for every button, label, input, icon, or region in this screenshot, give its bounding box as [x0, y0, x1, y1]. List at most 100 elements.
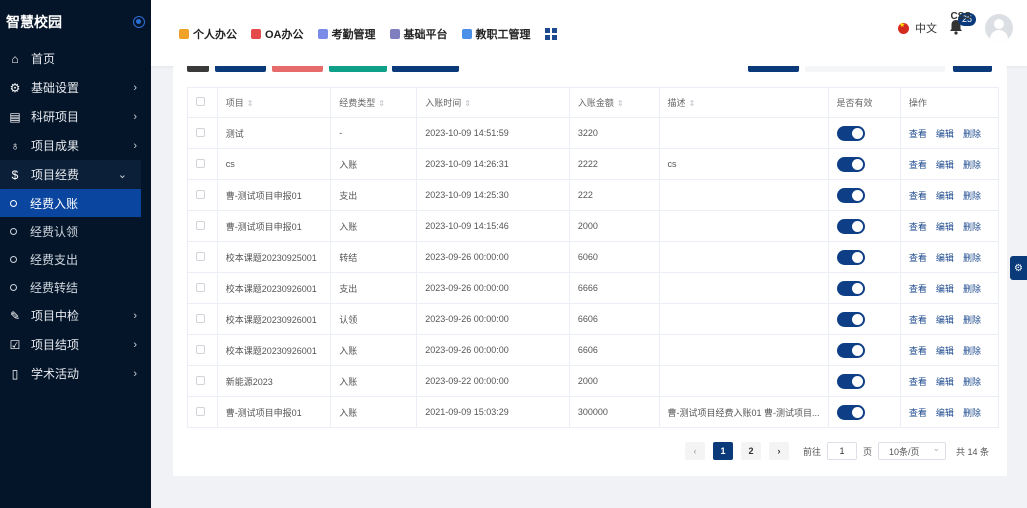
column-header[interactable]: 项目 ⇕ — [217, 87, 332, 118]
avatar[interactable] — [985, 14, 1013, 42]
row-action-1[interactable]: 编辑 — [936, 222, 954, 232]
valid-toggle[interactable] — [836, 156, 865, 172]
valid-toggle[interactable] — [836, 311, 865, 327]
row-action-2[interactable]: 删除 — [963, 191, 981, 201]
next-page-button[interactable]: › — [769, 442, 789, 460]
toolbar-button-6[interactable] — [953, 66, 992, 72]
submenu-item-3[interactable]: 经费转结 — [0, 273, 151, 301]
sort-icon[interactable]: ⇕ — [617, 99, 624, 108]
valid-toggle[interactable] — [836, 280, 865, 296]
sort-icon[interactable]: ⇕ — [247, 99, 254, 108]
page-1-button[interactable]: 1 — [713, 442, 733, 460]
collapse-icon[interactable] — [133, 16, 145, 28]
sidebar-item-after-0[interactable]: ✎ 项目中检 › — [0, 301, 151, 330]
row-checkbox[interactable] — [196, 313, 205, 323]
sort-icon[interactable]: ⇕ — [378, 99, 385, 108]
row-checkbox[interactable] — [196, 344, 205, 354]
row-checkbox[interactable] — [196, 220, 205, 230]
sidebar-item-0[interactable]: ⌂ 首页 — [0, 44, 151, 73]
apps-grid-icon[interactable] — [544, 28, 557, 40]
row-action-2[interactable]: 删除 — [963, 129, 981, 139]
row-action-0[interactable]: 查看 — [909, 253, 927, 263]
toolbar-button-4[interactable] — [392, 66, 459, 72]
sidebar-item-4[interactable]: $ 项目经费 ⌄ — [0, 160, 141, 189]
toolbar-button-2[interactable] — [272, 66, 323, 72]
page-size-select[interactable]: 10条/页 — [878, 442, 947, 460]
row-action-1[interactable]: 编辑 — [936, 284, 954, 294]
row-action-2[interactable]: 删除 — [963, 160, 981, 170]
row-action-0[interactable]: 查看 — [909, 191, 927, 201]
bullet-icon — [10, 283, 17, 291]
sidebar-item-2[interactable]: ▤ 科研项目 › — [0, 102, 151, 131]
column-header[interactable]: 入账金额 ⇕ — [569, 87, 660, 118]
row-action-0[interactable]: 查看 — [909, 408, 927, 418]
column-header[interactable]: 经费类型 ⇕ — [330, 87, 418, 118]
sidebar-item-3[interactable]: ♁ 项目成果 › — [0, 131, 151, 160]
row-action-0[interactable]: 查看 — [909, 129, 927, 139]
valid-toggle[interactable] — [836, 249, 865, 265]
submenu-item-2[interactable]: 经费支出 — [0, 245, 151, 273]
column-header[interactable]: 入账时间 ⇕ — [416, 87, 570, 118]
settings-gear-icon[interactable]: ⚙ — [1010, 256, 1027, 280]
row-action-2[interactable]: 删除 — [963, 408, 981, 418]
sidebar-item-label: 项目结项 — [31, 338, 80, 352]
goto-input[interactable]: 1 — [827, 442, 858, 460]
row-action-0[interactable]: 查看 — [909, 377, 927, 387]
row-action-2[interactable]: 删除 — [963, 315, 981, 325]
row-action-1[interactable]: 编辑 — [936, 315, 954, 325]
valid-toggle[interactable] — [836, 342, 865, 358]
row-action-2[interactable]: 删除 — [963, 222, 981, 232]
row-action-2[interactable]: 删除 — [963, 346, 981, 356]
top-nav-item-3[interactable]: 基础平台 — [389, 26, 448, 42]
row-checkbox[interactable] — [196, 282, 205, 292]
column-header[interactable]: 描述 ⇕ — [659, 87, 829, 118]
row-checkbox[interactable] — [196, 127, 205, 137]
row-checkbox[interactable] — [196, 375, 205, 385]
row-checkbox[interactable] — [196, 406, 205, 416]
row-action-1[interactable]: 编辑 — [936, 408, 954, 418]
toolbar-button-5[interactable] — [748, 66, 799, 72]
valid-toggle[interactable] — [836, 125, 865, 141]
valid-toggle[interactable] — [836, 404, 865, 420]
sidebar-item-after-2[interactable]: ▯ 学术活动 › — [0, 359, 151, 388]
row-action-1[interactable]: 编辑 — [936, 377, 954, 387]
toolbar-button-1[interactable] — [215, 66, 266, 72]
toolbar-button-0[interactable] — [187, 66, 209, 72]
sidebar-item-after-1[interactable]: ☑ 项目结项 › — [0, 330, 151, 359]
row-action-0[interactable]: 查看 — [909, 284, 927, 294]
prev-page-button[interactable]: ‹ — [685, 442, 705, 460]
row-action-2[interactable]: 删除 — [963, 284, 981, 294]
row-action-0[interactable]: 查看 — [909, 222, 927, 232]
page-2-button[interactable]: 2 — [741, 442, 761, 460]
row-action-1[interactable]: 编辑 — [936, 160, 954, 170]
top-nav-item-1[interactable]: OA办公 — [251, 26, 304, 42]
language-switch[interactable]: 中文 — [915, 20, 937, 36]
row-action-0[interactable]: 查看 — [909, 346, 927, 356]
row-checkbox[interactable] — [196, 189, 205, 199]
row-action-2[interactable]: 删除 — [963, 253, 981, 263]
top-nav-item-0[interactable]: 个人办公 — [179, 26, 237, 42]
valid-toggle[interactable] — [836, 187, 865, 203]
top-nav-item-2[interactable]: 考勤管理 — [317, 26, 376, 42]
row-action-0[interactable]: 查看 — [909, 315, 927, 325]
row-action-1[interactable]: 编辑 — [936, 191, 954, 201]
sort-icon[interactable]: ⇕ — [689, 99, 696, 108]
valid-toggle[interactable] — [836, 373, 865, 389]
sidebar-item-1[interactable]: ⚙ 基础设置 › — [0, 73, 151, 102]
select-all-checkbox[interactable] — [196, 97, 205, 106]
row-action-2[interactable]: 删除 — [963, 377, 981, 387]
toolbar-button-3[interactable] — [329, 66, 387, 72]
valid-toggle[interactable] — [836, 218, 865, 234]
submenu-item-0[interactable]: 经费入账 — [0, 189, 141, 217]
submenu-item-1[interactable]: 经费认领 — [0, 217, 151, 245]
row-checkbox[interactable] — [196, 158, 205, 168]
check-icon: ☑ — [9, 337, 21, 352]
row-action-1[interactable]: 编辑 — [936, 129, 954, 139]
row-action-0[interactable]: 查看 — [909, 160, 927, 170]
search-input[interactable] — [805, 66, 945, 72]
sort-icon[interactable]: ⇕ — [464, 99, 471, 108]
row-action-1[interactable]: 编辑 — [936, 346, 954, 356]
row-action-1[interactable]: 编辑 — [936, 253, 954, 263]
row-checkbox[interactable] — [196, 251, 205, 261]
top-nav-item-4[interactable]: 教职工管理 — [461, 26, 531, 42]
